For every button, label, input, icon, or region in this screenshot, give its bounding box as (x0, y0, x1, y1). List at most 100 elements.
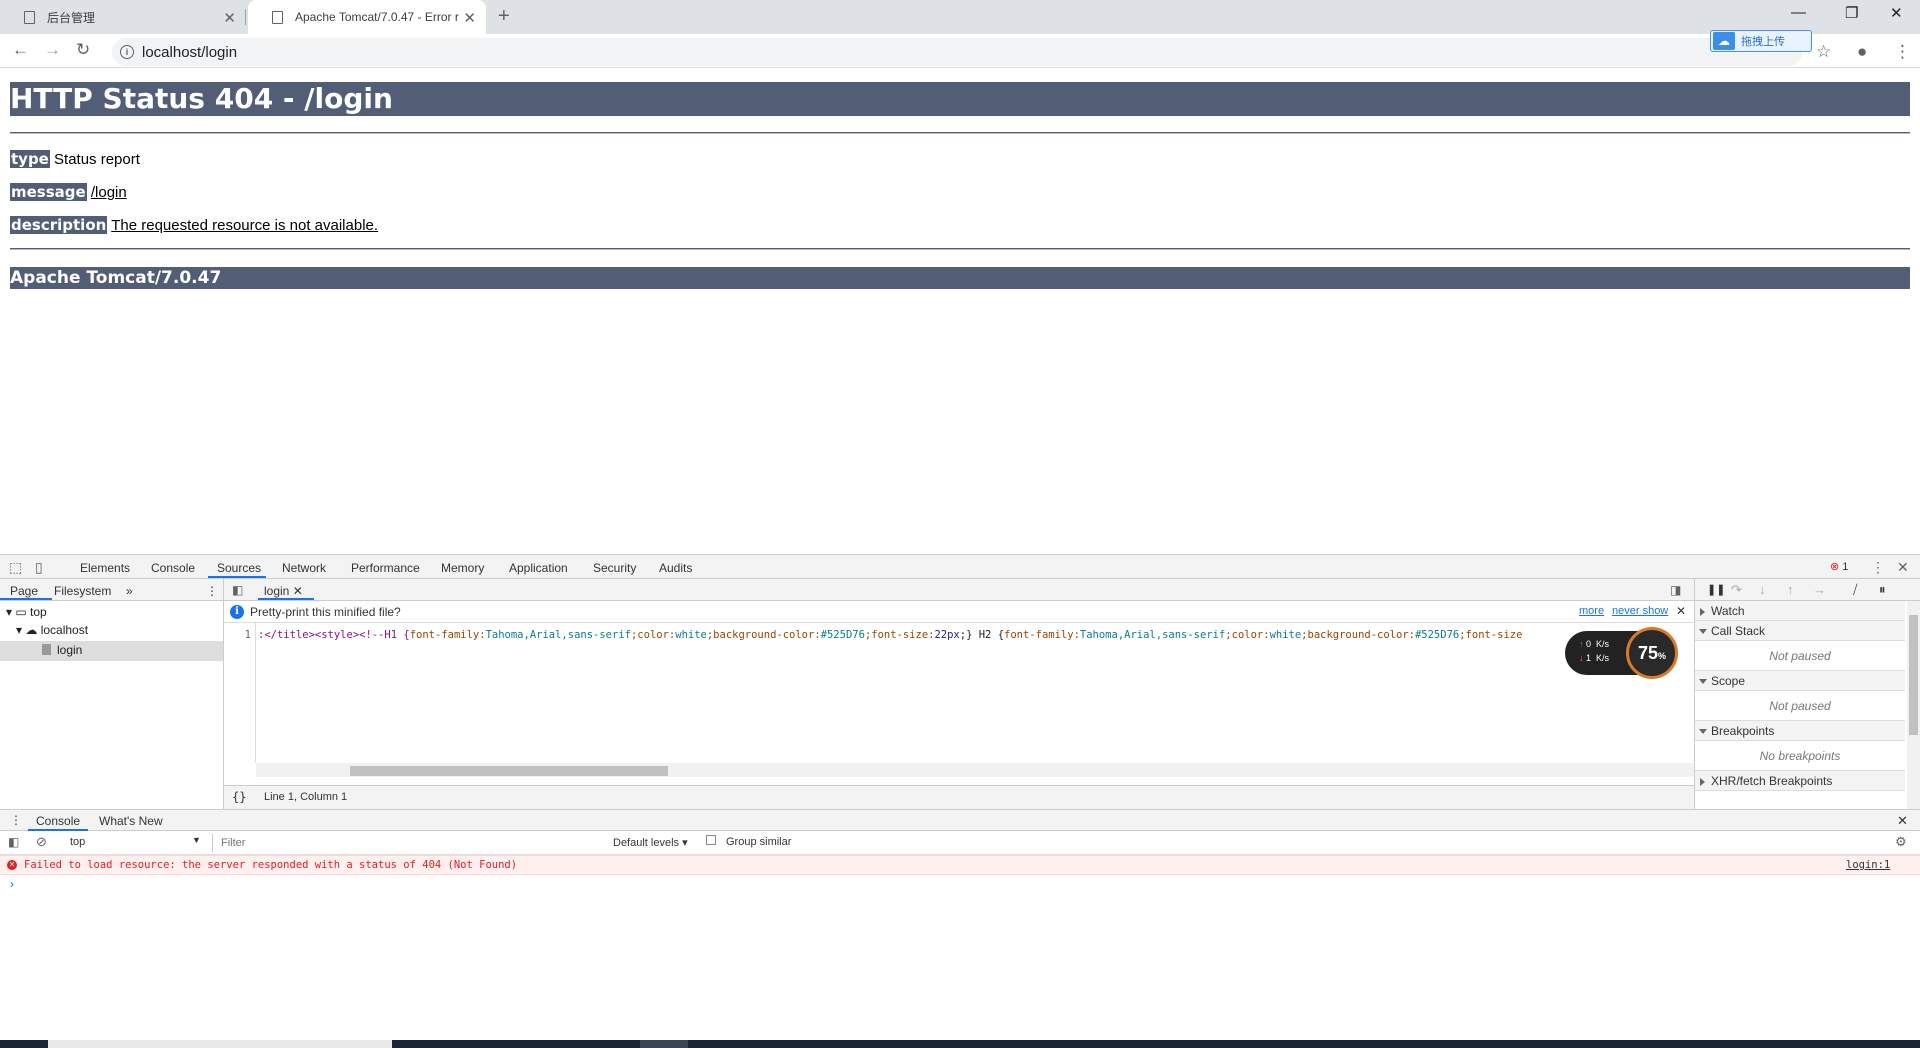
step-over-icon[interactable]: ↷ (1731, 582, 1742, 598)
devtools-panel: ⬚ ▯ Elements Console Sources Network Per… (0, 554, 1920, 1048)
tab-console[interactable]: Console (151, 561, 195, 575)
close-tab-icon[interactable]: ✕ (223, 9, 236, 27)
tab-filesystem[interactable]: Filesystem (54, 584, 111, 598)
tab-application[interactable]: Application (509, 561, 568, 575)
close-infobar-icon[interactable]: ✕ (1676, 604, 1686, 618)
section-call-stack[interactable]: Call Stack (1695, 621, 1905, 641)
close-window-button[interactable]: ✕ (1890, 4, 1903, 22)
section-scope[interactable]: Scope (1695, 671, 1905, 691)
tab-security[interactable]: Security (593, 561, 636, 575)
star-icon[interactable]: ☆ (1816, 42, 1831, 62)
scrollbar-thumb[interactable] (1909, 615, 1918, 735)
code-line: :</title><style><!--H1 {font-family:Taho… (258, 629, 1658, 641)
editor-status-bar: {} Line 1, Column 1 (224, 785, 1694, 809)
scrollbar-thumb[interactable] (350, 766, 668, 776)
clear-console-icon[interactable]: ⊘ (36, 834, 47, 850)
group-similar-checkbox[interactable] (706, 835, 716, 845)
deactivate-breakpoints-icon[interactable]: ⧸ (1853, 582, 1857, 598)
console-settings-icon[interactable]: ⚙ (1895, 834, 1907, 850)
code-token: white (1269, 629, 1302, 641)
step-icon[interactable]: → (1813, 582, 1826, 597)
console-sidebar-icon[interactable]: ◧ (8, 835, 19, 849)
console-filter-input[interactable] (212, 834, 604, 852)
code-area[interactable]: 1 :</title><style><!--H1 {font-family:Ta… (224, 623, 1694, 777)
server-footer: Apache Tomcat/7.0.47 (10, 267, 1910, 289)
tab-audits[interactable]: Audits (659, 561, 692, 575)
chevron-down-icon[interactable]: ▼ (192, 835, 201, 845)
section-xhr-breakpoints[interactable]: XHR/fetch Breakpoints (1695, 771, 1905, 791)
address-bar[interactable]: i localhost/login (112, 38, 1802, 66)
tab-network[interactable]: Network (282, 561, 326, 575)
reload-button[interactable]: ↻ (76, 40, 90, 60)
source-editor: ◧ login ✕ ◨ i Pretty-print this minified… (224, 579, 1694, 809)
drawer-tab-whats-new[interactable]: What's New (99, 814, 163, 828)
debugger-sidebar: ❚❚ ↷ ↓ ↑ → ⧸ ⏸ Watch Call Stack Not paus… (1694, 579, 1920, 809)
forward-button[interactable]: → (44, 40, 61, 60)
tab-admin[interactable]: 后台管理 ✕ (0, 0, 246, 34)
new-tab-button[interactable]: + (498, 5, 510, 28)
code-token: :</title><style><!--H1 { (258, 629, 410, 641)
horizontal-scrollbar[interactable] (256, 763, 1694, 777)
levels-label: Default levels (613, 837, 680, 849)
group-similar-label: Group similar (726, 836, 792, 848)
console-prompt[interactable]: › (10, 877, 14, 891)
toggle-navigator-icon[interactable]: ◧ (232, 583, 243, 597)
tab-memory[interactable]: Memory (441, 561, 484, 575)
drawer-menu-icon[interactable]: ⋮ (10, 813, 22, 827)
restore-button[interactable]: ❐ (1845, 4, 1858, 22)
upload-speed: ↑ 0 K/s (1579, 639, 1610, 649)
error-source-link[interactable]: login:1 (1846, 856, 1890, 874)
close-tab-icon[interactable]: ✕ (463, 9, 476, 27)
step-into-icon[interactable]: ↓ (1759, 582, 1766, 597)
usage-percent: 75 (1637, 643, 1658, 663)
never-show-link[interactable]: never show (1612, 605, 1668, 617)
more-link[interactable]: more (1579, 605, 1604, 617)
close-devtools-icon[interactable]: ✕ (1897, 559, 1909, 576)
os-taskbar (0, 1040, 1920, 1048)
file-tab-login[interactable]: login ✕ (264, 584, 303, 598)
error-count-icon[interactable]: ⊗ 1 (1830, 560, 1848, 573)
drawer-tab-console[interactable]: Console (36, 814, 80, 828)
active-tab-indicator (208, 576, 266, 578)
close-drawer-icon[interactable]: ✕ (1897, 813, 1908, 829)
code-token: font-family: (1004, 629, 1080, 641)
tree-item-top[interactable]: ▾ ▭ top (6, 605, 47, 619)
pause-on-exceptions-icon[interactable]: ⏸ (1879, 582, 1886, 598)
menu-icon[interactable]: ⋮ (1894, 42, 1911, 62)
tab-elements[interactable]: Elements (80, 561, 130, 575)
taskbar-item[interactable] (48, 1040, 392, 1048)
info-icon[interactable]: i (120, 45, 134, 59)
section-breakpoints[interactable]: Breakpoints (1695, 721, 1905, 741)
file-tab-label: login (264, 584, 290, 598)
extension-upload-button[interactable]: ☁ 拖拽上传 (1710, 30, 1812, 52)
tab-tomcat-error[interactable]: Apache Tomcat/7.0.47 - Error r ✕ (248, 0, 486, 34)
tab-performance[interactable]: Performance (351, 561, 420, 575)
tab-page[interactable]: Page (10, 584, 38, 598)
section-watch[interactable]: Watch (1695, 601, 1905, 621)
info-icon: i (230, 605, 244, 619)
back-button[interactable]: ← (12, 40, 29, 60)
cloud-icon: ☁ (1713, 32, 1735, 50)
devtools-menu-icon[interactable]: ⋮ (1871, 559, 1885, 576)
device-toolbar-icon[interactable]: ▯ (35, 559, 43, 576)
tab-sources[interactable]: Sources (217, 561, 261, 575)
levels-dropdown[interactable]: Default levels ▾ (613, 836, 688, 849)
tree-item-localhost[interactable]: ▾ ☁ localhost (16, 623, 88, 637)
navigator-menu-icon[interactable]: ⋮ (206, 584, 218, 598)
profile-icon[interactable]: ● (1857, 42, 1867, 62)
tree-item-login[interactable]: login (42, 643, 82, 657)
taskbar-item[interactable] (640, 1040, 688, 1048)
more-tabs-icon[interactable]: » (126, 584, 133, 598)
description-value: The requested resource is not available. (111, 217, 379, 234)
context-selector[interactable]: top (70, 836, 85, 848)
pause-icon[interactable]: ❚❚ (1707, 583, 1725, 596)
pretty-print-button[interactable]: {} (232, 790, 246, 804)
close-file-icon[interactable]: ✕ (293, 584, 303, 598)
step-out-icon[interactable]: ↑ (1787, 582, 1794, 597)
toggle-debugger-icon[interactable]: ◨ (1670, 583, 1681, 597)
sources-navigator: Page Filesystem » ⋮ ▾ ▭ top ▾ ☁ localhos… (0, 579, 224, 809)
inspect-icon[interactable]: ⬚ (9, 559, 22, 576)
vertical-scrollbar[interactable] (1907, 601, 1920, 809)
error-count: 1 (1842, 561, 1849, 573)
minimize-button[interactable]: — (1791, 4, 1806, 21)
